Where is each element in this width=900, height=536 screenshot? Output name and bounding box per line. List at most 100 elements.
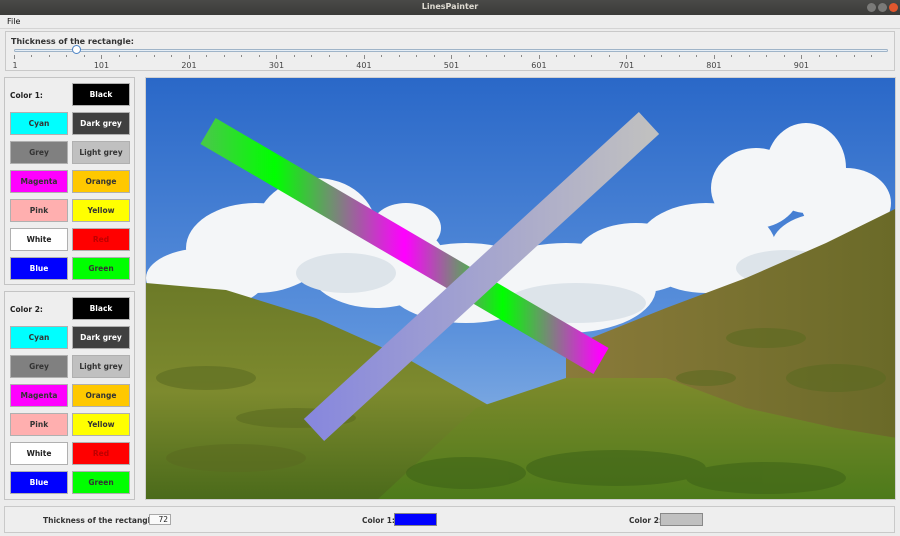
slider-tick-label: 201 <box>181 61 197 70</box>
window-title: LinesPainter <box>421 2 479 11</box>
slider-tick-label: 301 <box>268 61 285 70</box>
slider-tick <box>416 55 418 57</box>
slider-tick <box>241 55 243 57</box>
color1-cyan-button[interactable]: Cyan <box>10 112 68 135</box>
slider-tick <box>311 55 313 57</box>
slider-tick <box>118 55 120 57</box>
slider-tick-label: 601 <box>531 61 547 70</box>
color1-magenta-button[interactable]: Magenta <box>10 170 68 193</box>
color1-yellow-button[interactable]: Yellow <box>72 199 130 222</box>
slider-tick <box>538 55 540 59</box>
color1-dark-grey-button[interactable]: Dark grey <box>72 112 130 135</box>
color1-black-button[interactable]: Black <box>72 83 130 106</box>
drawing-canvas[interactable] <box>145 77 896 500</box>
color2-green-button[interactable]: Green <box>72 471 130 494</box>
slider-tick-label: 1 <box>12 61 18 70</box>
status-color2-label: Color 2: <box>629 516 662 525</box>
slider-tick <box>101 55 103 59</box>
thickness-slider-thumb[interactable] <box>71 45 81 54</box>
color2-blue-button[interactable]: Blue <box>10 471 68 494</box>
status-color1-swatch <box>394 513 437 526</box>
slider-tick <box>766 55 768 57</box>
color2-magenta-button[interactable]: Magenta <box>10 384 68 407</box>
slider-tick <box>136 55 138 57</box>
color1-white-button[interactable]: White <box>10 228 68 251</box>
slider-tick <box>468 55 470 57</box>
slider-tick <box>14 55 15 59</box>
slider-tick <box>643 55 645 57</box>
color1-blue-button[interactable]: Blue <box>10 257 68 280</box>
slider-tick <box>171 55 173 57</box>
slider-tick <box>608 55 610 57</box>
slider-tick <box>661 55 663 57</box>
thickness-slider-panel: Thickness of the rectangle: 1 101 201 301 40… <box>5 31 895 71</box>
slider-tick <box>66 55 68 57</box>
slider-tick <box>433 55 435 57</box>
slider-tick <box>853 55 855 57</box>
color2-yellow-button[interactable]: Yellow <box>72 413 130 436</box>
canvas-image <box>146 78 895 499</box>
color2-black-button[interactable]: Black <box>72 297 130 320</box>
slider-tick-label: 101 <box>93 61 110 70</box>
color1-grey-button[interactable]: Grey <box>10 141 68 164</box>
slider-tick <box>801 55 803 59</box>
color2-panel: Color 2: Black Cyan Dark grey Grey Light gre… <box>4 291 135 500</box>
color2-dark-grey-button[interactable]: Dark grey <box>72 326 130 349</box>
slider-tick <box>696 55 698 57</box>
slider-tick <box>451 55 453 59</box>
color2-light-grey-button[interactable]: Light grey <box>72 355 130 378</box>
maximize-icon[interactable] <box>878 3 887 12</box>
status-thickness-value: 72 <box>149 514 171 525</box>
slider-tick <box>626 55 628 59</box>
color1-pink-button[interactable]: Pink <box>10 199 68 222</box>
slider-tick <box>591 55 593 57</box>
color2-orange-button[interactable]: Orange <box>72 384 130 407</box>
color1-orange-button[interactable]: Orange <box>72 170 130 193</box>
slider-tick-label: 401 <box>356 61 372 70</box>
thickness-slider-ticks <box>14 55 888 59</box>
slider-tick-label: 801 <box>706 61 722 70</box>
color1-green-button[interactable]: Green <box>72 257 130 280</box>
slider-tick <box>678 55 680 57</box>
slider-tick <box>503 55 505 57</box>
slider-tick-label: 501 <box>443 61 460 70</box>
color2-white-button[interactable]: White <box>10 442 68 465</box>
color1-light-grey-button[interactable]: Light grey <box>72 141 130 164</box>
slider-tick <box>731 55 733 57</box>
close-icon[interactable] <box>889 3 898 12</box>
color2-grey-button[interactable]: Grey <box>10 355 68 378</box>
color2-cyan-button[interactable]: Cyan <box>10 326 68 349</box>
color2-label: Color 2: <box>10 305 43 314</box>
menu-bar: File <box>0 15 900 29</box>
slider-tick <box>818 55 820 57</box>
slider-tick <box>363 55 365 59</box>
slider-tick <box>83 55 85 57</box>
slider-tick-label: 901 <box>793 61 810 70</box>
slider-tick <box>153 55 155 57</box>
color1-label: Color 1: <box>10 91 43 100</box>
status-thickness-label: Thickness of the rectangle: <box>43 516 159 525</box>
slider-tick <box>556 55 558 57</box>
slider-tick <box>573 55 575 57</box>
slider-tick <box>188 55 190 59</box>
slider-tick <box>346 55 348 57</box>
menu-file[interactable]: File <box>7 17 20 26</box>
slider-tick <box>223 55 225 57</box>
slider-tick <box>381 55 383 57</box>
slider-tick <box>206 55 208 57</box>
color2-red-button[interactable]: Red <box>72 442 130 465</box>
slider-tick <box>48 55 50 57</box>
window-titlebar: LinesPainter <box>0 0 900 15</box>
color2-pink-button[interactable]: Pink <box>10 413 68 436</box>
slider-tick <box>486 55 488 57</box>
slider-tick <box>258 55 260 57</box>
slider-tick <box>293 55 295 57</box>
color1-red-button[interactable]: Red <box>72 228 130 251</box>
slider-tick <box>31 55 33 57</box>
status-color1-label: Color 1: <box>362 516 395 525</box>
thickness-slider-track[interactable] <box>14 49 888 52</box>
slider-tick <box>521 55 523 57</box>
slider-tick-label: 701 <box>618 61 635 70</box>
minimize-icon[interactable] <box>867 3 876 12</box>
thickness-slider-label: Thickness of the rectangle: <box>11 37 135 46</box>
